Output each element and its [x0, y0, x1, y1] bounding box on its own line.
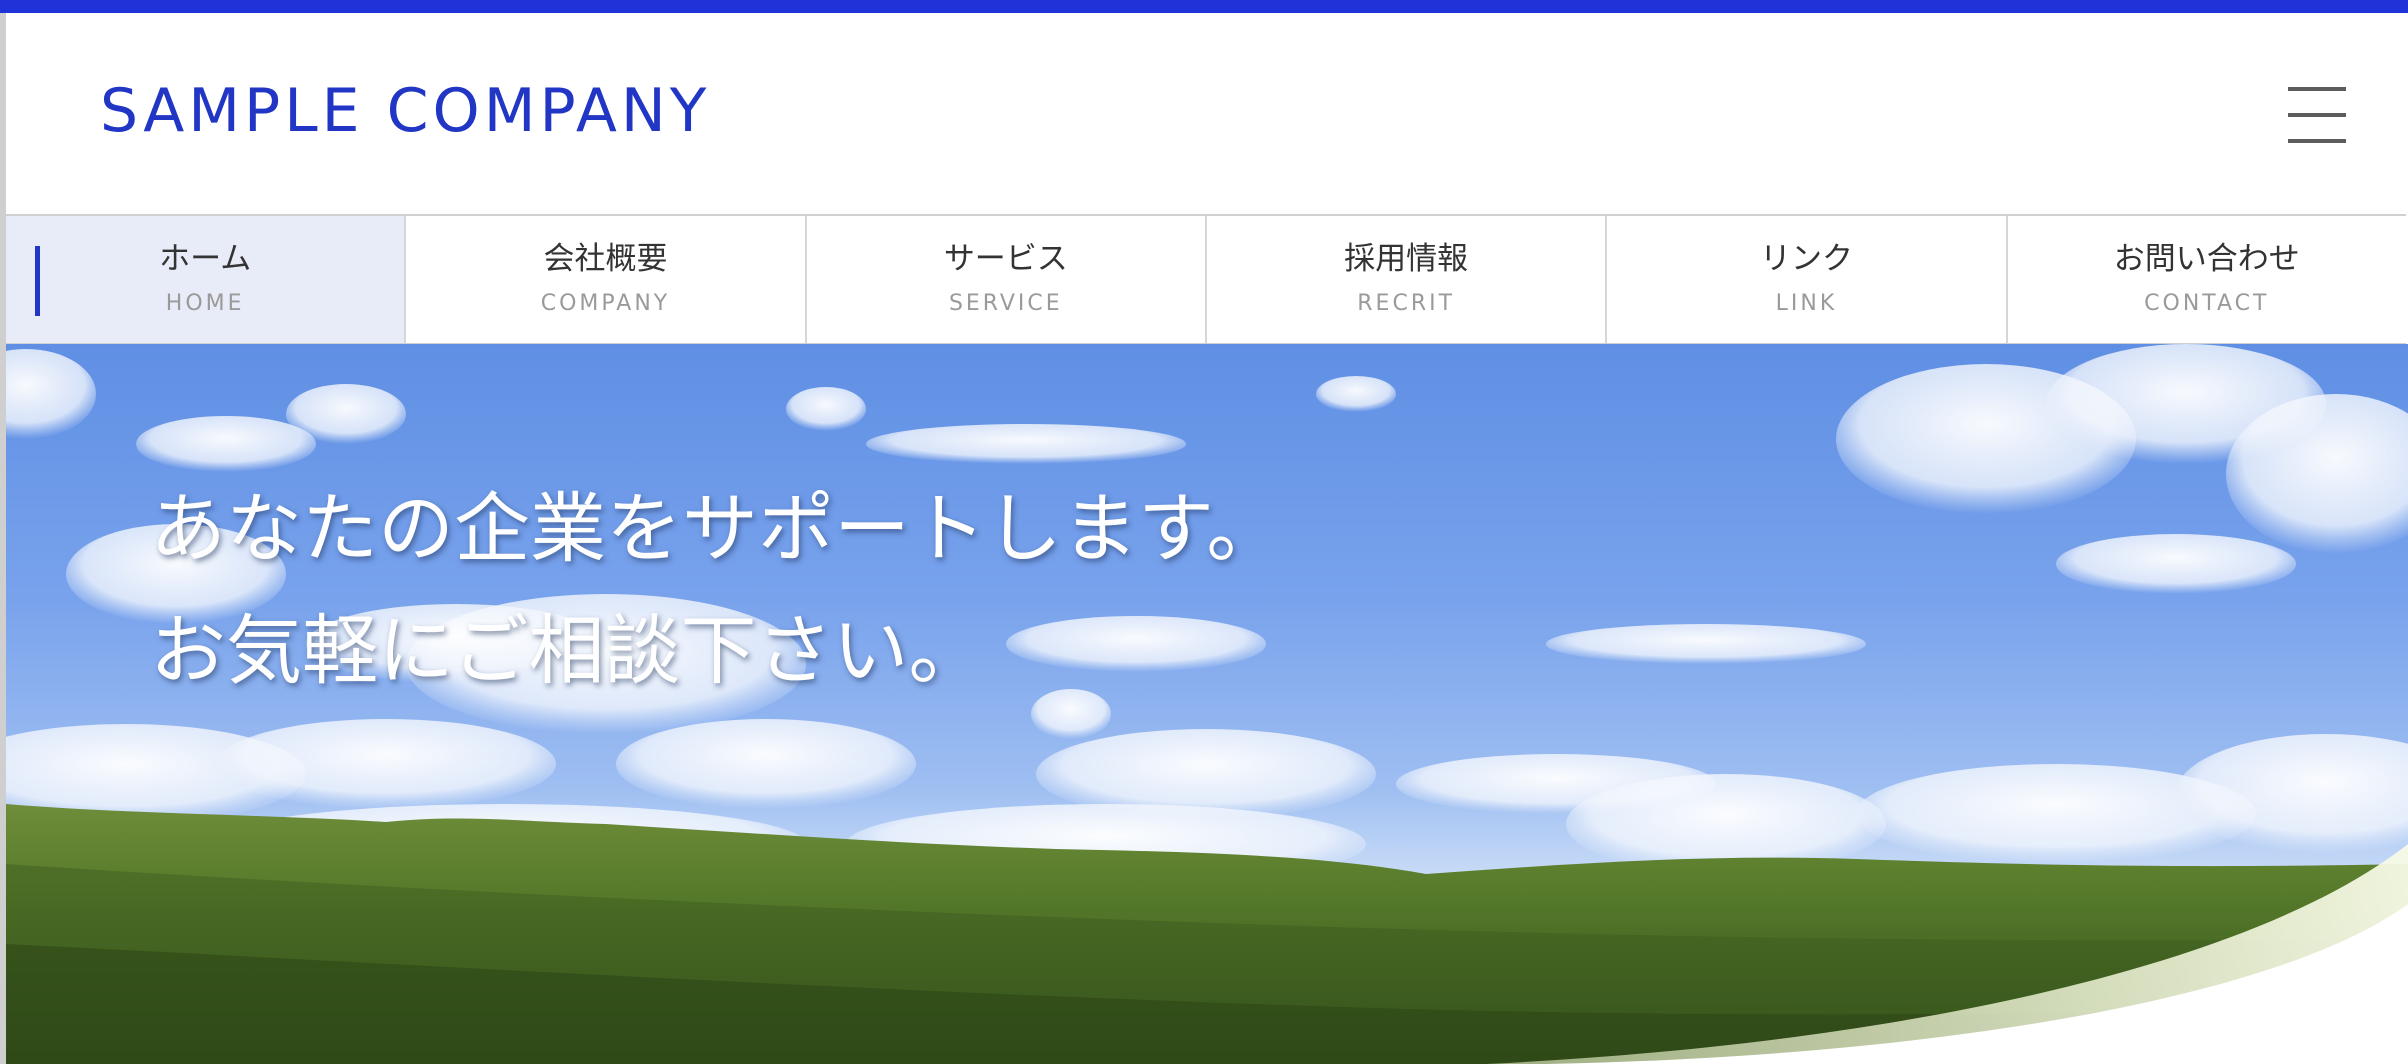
hamburger-line: [2288, 139, 2346, 143]
hero-line-2: お気軽にご相談下さい。: [150, 606, 985, 695]
nav-item-company[interactable]: 会社概要 COMPANY: [406, 216, 807, 343]
nav-item-home[interactable]: ホーム HOME: [6, 216, 407, 343]
hero-line-1: あなたの企業をサポートします。: [150, 484, 1283, 573]
nav-item-recruit[interactable]: 採用情報 RECRIT: [1206, 216, 1608, 343]
nav-item-service[interactable]: サービス SERVICE: [806, 216, 1207, 343]
nav-item-sublabel: SERVICE: [948, 291, 1063, 316]
nav-item-label: 会社概要: [543, 241, 668, 277]
nav-item-sublabel: COMPANY: [540, 291, 671, 316]
top-accent-bar: [0, 0, 2408, 13]
site-title[interactable]: SAMPLE COMPANY: [100, 81, 710, 141]
nav-item-sublabel: LINK: [1775, 291, 1838, 316]
hamburger-line: [2288, 87, 2346, 91]
nav-item-sublabel: RECRIT: [1357, 291, 1456, 316]
hero-heading: あなたの企業をサポートします。 お気軽にご相談下さい。: [150, 468, 1282, 712]
nav-item-label: リンク: [1759, 241, 1853, 277]
nav-item-link[interactable]: リンク LINK: [1607, 216, 2008, 343]
nav-item-label: ホーム: [159, 241, 252, 277]
nav-item-sublabel: HOME: [165, 291, 245, 316]
nav-item-label: 採用情報: [1344, 241, 1469, 277]
nav-item-sublabel: CONTACT: [2144, 291, 2270, 316]
hamburger-line: [2288, 113, 2346, 117]
hamburger-menu-icon[interactable]: [2284, 87, 2350, 145]
site-header: SAMPLE COMPANY: [6, 13, 2408, 214]
hero-banner: あなたの企業をサポートします。 お気軽にご相談下さい。: [6, 344, 2408, 1064]
nav-item-label: サービス: [943, 241, 1068, 277]
nav-item-contact[interactable]: お問い合わせ CONTACT: [2007, 216, 2406, 343]
active-indicator: [35, 246, 40, 316]
global-nav: ホーム HOME 会社概要 COMPANY サービス SERVICE 採用情報 …: [6, 214, 2406, 344]
page: SAMPLE COMPANY ホーム HOME 会社概要 COMPANY サービ…: [0, 0, 2408, 1064]
nav-item-label: お問い合わせ: [2113, 241, 2300, 277]
